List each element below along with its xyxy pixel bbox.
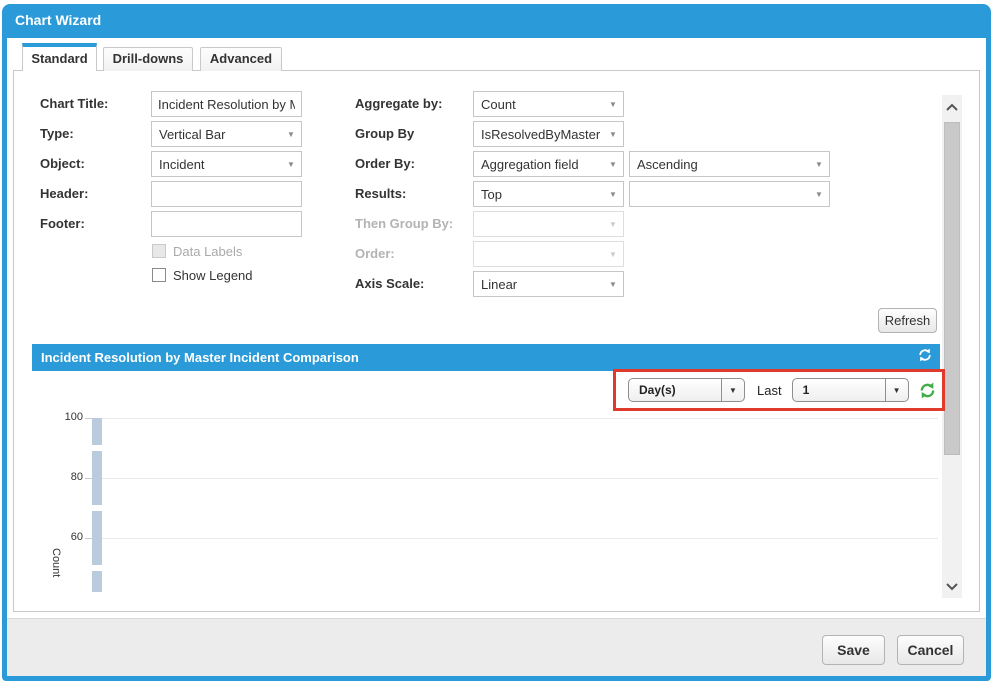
object-dropdown-value: Incident xyxy=(152,157,281,172)
vertical-scrollbar[interactable] xyxy=(942,95,962,598)
chart-wizard-dialog: Chart Wizard Standard Drill-downs Advanc… xyxy=(2,4,991,681)
scroll-up-icon[interactable] xyxy=(942,97,962,117)
time-range-annotation: Day(s) ▼ Last 1 ▼ xyxy=(613,369,945,411)
ytick-mark xyxy=(85,478,92,479)
time-amount-dropdown[interactable]: 1 ▼ xyxy=(792,378,909,402)
chevron-down-icon: ▼ xyxy=(603,220,623,229)
order-by-label: Order By: xyxy=(355,151,415,177)
chevron-down-icon: ▼ xyxy=(603,190,623,199)
aggregate-by-dropdown[interactable]: Count ▼ xyxy=(473,91,624,117)
ytick-80: 80 xyxy=(47,471,83,483)
chart-preview-header: Incident Resolution by Master Incident C… xyxy=(32,344,940,371)
footer-input[interactable] xyxy=(151,211,302,237)
tab-drill-downs[interactable]: Drill-downs xyxy=(103,47,193,71)
dialog-title: Chart Wizard xyxy=(15,12,101,28)
group-by-dropdown[interactable]: IsResolvedByMaster ▼ xyxy=(473,121,624,147)
results-dropdown-value: Top xyxy=(474,187,603,202)
chevron-down-icon: ▼ xyxy=(603,130,623,139)
tab-advanced[interactable]: Advanced xyxy=(200,47,282,71)
gridline xyxy=(102,538,938,539)
gridline xyxy=(102,478,938,479)
ytick-mark xyxy=(85,418,92,419)
ytick-60: 60 xyxy=(47,531,83,543)
chevron-down-icon: ▼ xyxy=(281,130,301,139)
footer-label: Footer: xyxy=(40,211,85,237)
screen: Chart Wizard Standard Drill-downs Advanc… xyxy=(0,0,993,683)
show-legend-checkbox-label: Show Legend xyxy=(173,269,253,283)
time-amount-dropdown-value: 1 xyxy=(793,383,885,397)
tab-standard-label: Standard xyxy=(31,51,87,66)
aggregate-by-label: Aggregate by: xyxy=(355,91,442,117)
order-by-dropdown-value: Aggregation field xyxy=(474,157,603,172)
scrollbar-thumb[interactable] xyxy=(944,122,960,455)
then-group-by-dropdown: ▼ xyxy=(473,211,624,237)
data-labels-checkbox-label: Data Labels xyxy=(173,245,242,259)
tab-advanced-label: Advanced xyxy=(210,51,272,66)
order-by-dropdown[interactable]: Aggregation field ▼ xyxy=(473,151,624,177)
object-dropdown[interactable]: Incident ▼ xyxy=(151,151,302,177)
object-label: Object: xyxy=(40,151,85,177)
y-axis-band xyxy=(92,418,102,592)
chevron-down-icon: ▼ xyxy=(885,379,908,401)
time-unit-dropdown-value: Day(s) xyxy=(629,383,721,397)
cancel-button[interactable]: Cancel xyxy=(897,635,964,665)
gridline xyxy=(102,418,938,419)
header-label: Header: xyxy=(40,181,88,207)
order-direction-dropdown-value: Ascending xyxy=(630,157,809,172)
refresh-button[interactable]: Refresh xyxy=(878,308,937,333)
axis-scale-label: Axis Scale: xyxy=(355,271,424,297)
chevron-down-icon: ▼ xyxy=(603,160,623,169)
cancel-button-label: Cancel xyxy=(908,642,954,658)
chevron-down-icon: ▼ xyxy=(603,100,623,109)
chevron-down-icon: ▼ xyxy=(603,280,623,289)
ytick-100: 100 xyxy=(47,411,83,423)
scroll-down-icon[interactable] xyxy=(942,576,962,596)
results-dropdown[interactable]: Top ▼ xyxy=(473,181,624,207)
order-label: Order: xyxy=(355,241,395,267)
ytick-mark xyxy=(85,538,92,539)
save-button-label: Save xyxy=(837,642,870,658)
chart-title-input[interactable] xyxy=(151,91,302,117)
chevron-down-icon: ▼ xyxy=(281,160,301,169)
type-label: Type: xyxy=(40,121,74,147)
data-labels-checkbox xyxy=(152,244,166,258)
order-dropdown: ▼ xyxy=(473,241,624,267)
last-label: Last xyxy=(757,383,782,398)
type-dropdown[interactable]: Vertical Bar ▼ xyxy=(151,121,302,147)
time-unit-dropdown[interactable]: Day(s) ▼ xyxy=(628,378,745,402)
save-button[interactable]: Save xyxy=(822,635,885,665)
results-label: Results: xyxy=(355,181,406,207)
tab-drill-downs-label: Drill-downs xyxy=(113,51,184,66)
header-input[interactable] xyxy=(151,181,302,207)
y-axis-title: Count xyxy=(50,548,62,577)
axis-scale-dropdown-value: Linear xyxy=(474,277,603,292)
dialog-body: Standard Drill-downs Advanced Chart Titl… xyxy=(7,38,986,676)
chevron-down-icon: ▼ xyxy=(809,190,829,199)
show-legend-checkbox[interactable] xyxy=(152,268,166,282)
group-by-label: Group By xyxy=(355,121,414,147)
refresh-chart-icon[interactable] xyxy=(910,347,940,368)
results-count-dropdown[interactable]: ▼ xyxy=(629,181,830,207)
chevron-down-icon: ▼ xyxy=(603,250,623,259)
aggregate-by-dropdown-value: Count xyxy=(474,97,603,112)
axis-scale-dropdown[interactable]: Linear ▼ xyxy=(473,271,624,297)
group-by-dropdown-value: IsResolvedByMaster xyxy=(474,127,603,142)
type-dropdown-value: Vertical Bar xyxy=(152,127,281,142)
tab-standard[interactable]: Standard xyxy=(22,43,97,71)
apply-time-range-icon[interactable] xyxy=(918,381,937,400)
chart-title-label: Chart Title: xyxy=(40,91,108,117)
then-group-by-label: Then Group By: xyxy=(355,211,453,237)
refresh-button-label: Refresh xyxy=(885,313,931,328)
chevron-down-icon: ▼ xyxy=(809,160,829,169)
chevron-down-icon: ▼ xyxy=(721,379,744,401)
order-direction-dropdown[interactable]: Ascending ▼ xyxy=(629,151,830,177)
chart-preview-title: Incident Resolution by Master Incident C… xyxy=(32,350,910,365)
